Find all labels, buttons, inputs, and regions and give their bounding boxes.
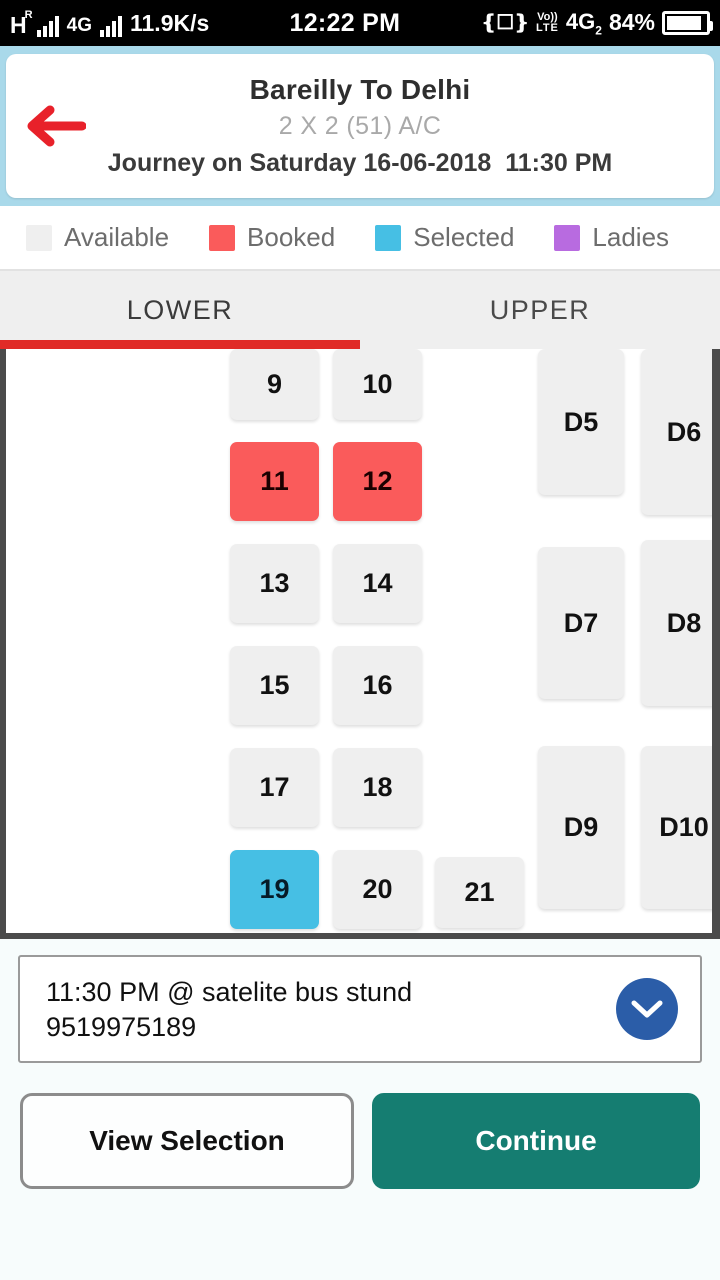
network-speed: 11.9K/s [129, 9, 210, 36]
status-bar-clock: 12:22 PM [289, 8, 401, 37]
status-bar-right: ❴☐❵ Vo)) LTE 4G2 84% [480, 8, 713, 38]
seat-label: 18 [362, 772, 393, 802]
seat-label: D6 [666, 416, 702, 447]
seat-10[interactable]: 10 [333, 349, 422, 420]
seat-15[interactable]: 15 [230, 646, 319, 725]
seat-label: D5 [563, 406, 599, 437]
seat-D9[interactable]: D9 [538, 746, 624, 909]
seat-label: 10 [362, 369, 393, 399]
legend-item-ladies: Ladies [554, 222, 669, 253]
legend-item-selected: Selected [375, 222, 514, 253]
battery-icon [662, 10, 713, 35]
seat-14[interactable]: 14 [333, 544, 422, 623]
seat-11[interactable]: 11 [230, 442, 319, 521]
journey-date: Saturday 16-06-2018 [249, 149, 492, 177]
legend-label-booked: Booked [247, 222, 336, 252]
header-band: Bareilly To Delhi 2 X 2 (51) A/C Journey… [0, 46, 720, 206]
roaming-indicator: R [24, 8, 33, 21]
seat-label: 15 [259, 670, 290, 700]
seat-13[interactable]: 13 [230, 544, 319, 623]
network-label: 4G [66, 14, 92, 36]
seat-20[interactable]: 20 [333, 850, 422, 929]
seat-label: 14 [362, 568, 393, 598]
seat-18[interactable]: 18 [333, 748, 422, 827]
signal-bars-sim2-icon [99, 15, 122, 37]
legend-swatch-available [26, 224, 52, 251]
legend-label-available: Available [64, 222, 170, 252]
seat-label: D8 [666, 607, 702, 638]
legend-swatch-selected [375, 224, 402, 251]
tab-lower[interactable]: LOWER [0, 271, 360, 349]
seat-label: D10 [659, 812, 709, 842]
seat-17[interactable]: 17 [230, 748, 319, 827]
status-bar-left: HR 4G 11.9K/s [10, 8, 210, 38]
seat-legend: Available Booked Selected Ladies [0, 206, 720, 271]
seat-label: 17 [259, 772, 290, 802]
seat-label: 21 [464, 877, 495, 907]
seat-D6[interactable]: D6 [641, 349, 712, 515]
view-selection-button[interactable]: View Selection [20, 1093, 354, 1189]
journey-time: 11:30 PM [505, 149, 613, 177]
seat-12[interactable]: 12 [333, 442, 422, 521]
seat-D10[interactable]: D10 [641, 746, 712, 909]
bus-type: 2 X 2 (51) A/C [278, 112, 442, 140]
battery-percent: 84% [608, 9, 655, 36]
continue-button[interactable]: Continue [372, 1093, 700, 1189]
seat-19[interactable]: 19 [230, 850, 319, 929]
boarding-point-expand-button[interactable] [616, 978, 678, 1040]
tab-upper[interactable]: UPPER [360, 271, 720, 349]
legend-swatch-ladies [554, 224, 581, 251]
seat-label: 12 [362, 466, 393, 496]
network-type-indicator: HR [10, 8, 33, 38]
boarding-point-phone: 9519975189 [46, 1012, 197, 1043]
legend-label-selected: Selected [413, 222, 515, 252]
seat-label: D9 [563, 812, 599, 842]
boarding-point-section: 11:30 PM @ satelite bus stund 9519975189 [0, 939, 720, 1063]
deck-tabs: LOWER UPPER [0, 271, 720, 349]
boarding-point-text: 11:30 PM @ satelite bus stund [46, 977, 413, 1007]
seat-D7[interactable]: D7 [538, 547, 624, 699]
seat-D5[interactable]: D5 [538, 349, 624, 495]
volte-icon: Vo)) LTE [535, 10, 559, 34]
tab-active-indicator [0, 340, 360, 349]
vibrate-icon: ❴☐❵ [480, 12, 529, 35]
seat-label: 19 [259, 874, 290, 904]
seat-label: 16 [362, 670, 393, 700]
seat-label: 11 [260, 466, 289, 496]
seat-label: 13 [259, 568, 290, 598]
seat-label: 9 [266, 369, 283, 399]
status-bar: HR 4G 11.9K/s 12:22 PM ❴☐❵ Vo)) LTE 4G2 … [0, 0, 720, 46]
journey-label: Journey on [107, 149, 250, 177]
seat-16[interactable]: 16 [333, 646, 422, 725]
back-button[interactable] [20, 91, 90, 161]
legend-swatch-booked [209, 224, 236, 251]
boarding-point-field[interactable]: 11:30 PM @ satelite bus stund 9519975189 [18, 955, 702, 1063]
seat-map[interactable]: 9 10 11 12 13 14 15 16 17 18 19 20 21 D5 D6 D7 D8 D9 D10 [0, 349, 720, 939]
route-title: Bareilly To Delhi [249, 74, 471, 105]
sim2-network-indicator: 4G2 [565, 8, 602, 38]
seat-21[interactable]: 21 [435, 857, 524, 928]
seat-label: D7 [563, 607, 599, 638]
app-screen: HR 4G 11.9K/s 12:22 PM ❴☐❵ Vo)) LTE 4G2 … [0, 0, 720, 1280]
legend-item-available: Available [26, 222, 169, 253]
journey-info: Journey on Saturday 16-06-2018 11:30 PM [108, 149, 612, 178]
legend-item-booked: Booked [209, 222, 335, 253]
back-arrow-icon [27, 105, 86, 147]
legend-label-ladies: Ladies [592, 222, 670, 252]
journey-header-card: Bareilly To Delhi 2 X 2 (51) A/C Journey… [6, 54, 714, 198]
seat-9[interactable]: 9 [230, 349, 319, 420]
seat-D8[interactable]: D8 [641, 540, 712, 706]
action-bar: View Selection Continue [0, 1063, 720, 1189]
seat-label: 20 [362, 874, 393, 904]
signal-bars-sim1-icon [36, 15, 59, 37]
chevron-down-icon [631, 1000, 663, 1018]
